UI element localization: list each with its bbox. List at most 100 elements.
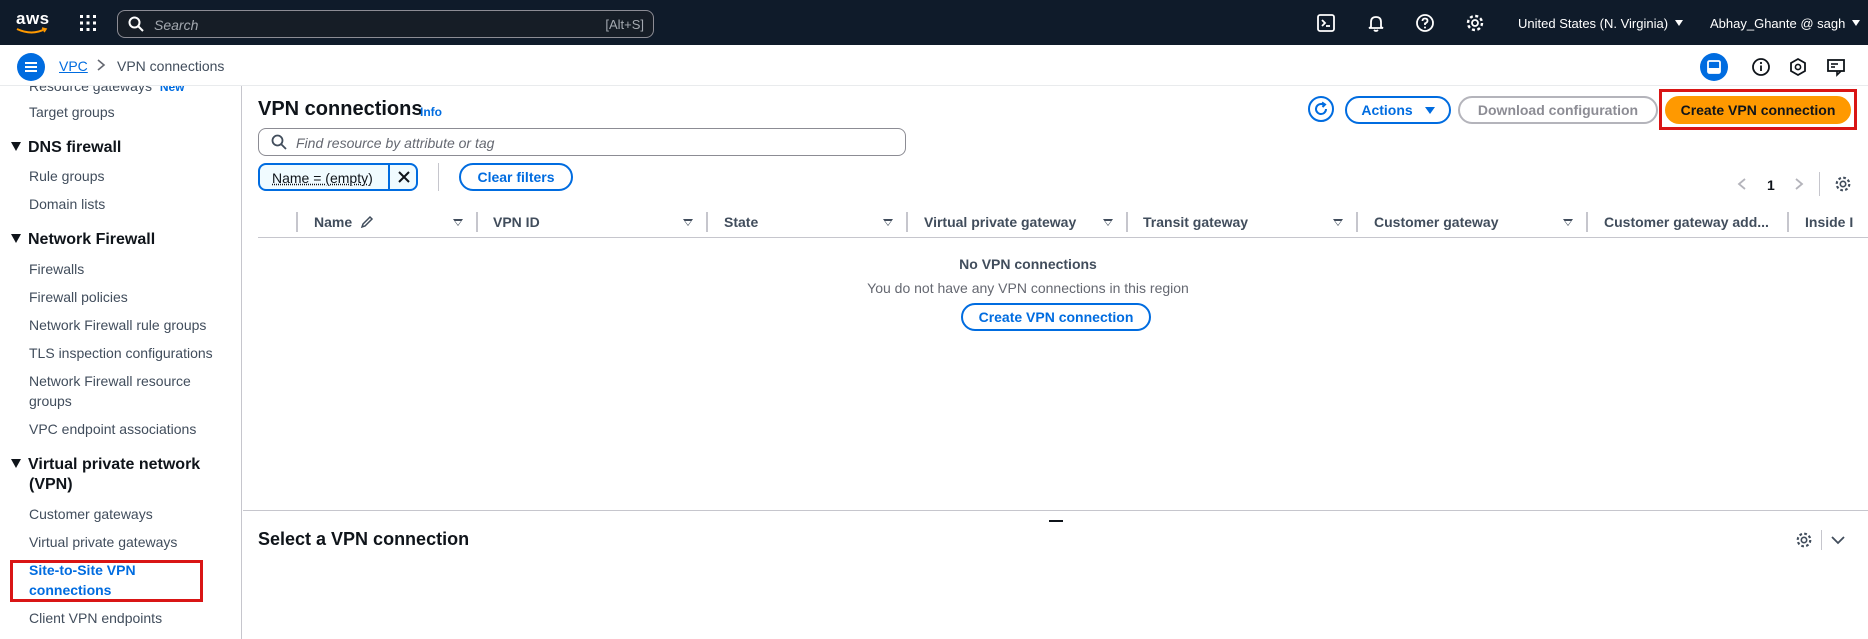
- breadcrumb-bar: VPC VPN connections: [0, 45, 1868, 86]
- sort-icon[interactable]: [1563, 219, 1573, 226]
- sort-icon[interactable]: [883, 219, 893, 226]
- column-header-state[interactable]: State: [724, 214, 758, 230]
- column-separator: [1787, 212, 1789, 232]
- caret-down-icon: [1852, 20, 1861, 26]
- sidebar-item-tls-inspection[interactable]: TLS inspection configurations: [29, 345, 213, 361]
- search-icon: [128, 16, 144, 32]
- refresh-button[interactable]: [1308, 96, 1334, 122]
- section-heading: Network Firewall: [28, 231, 156, 248]
- panel-icon: [1707, 60, 1721, 74]
- search-icon: [271, 134, 287, 150]
- chevron-left-icon[interactable]: [1736, 177, 1748, 191]
- page-number[interactable]: 1: [1767, 177, 1775, 193]
- sidebar-section-vpn[interactable]: Virtual private network: [11, 456, 200, 474]
- sort-icon[interactable]: [1103, 219, 1113, 226]
- refresh-icon: [1315, 101, 1328, 115]
- sidebar-item-rule-groups[interactable]: Rule groups: [29, 168, 105, 184]
- chevron-right-icon[interactable]: [1793, 177, 1805, 191]
- column-header-label: Name: [314, 214, 353, 230]
- account-label: Abhay_Ghante @ sagh: [1710, 16, 1846, 31]
- caret-down-icon: [11, 142, 21, 151]
- divider: [438, 163, 439, 191]
- column-header-virtual-private-gateway[interactable]: Virtual private gateway: [924, 214, 1076, 230]
- highlight-box: [10, 560, 203, 602]
- filter-input[interactable]: Find resource by attribute or tag: [258, 128, 906, 156]
- sort-icon[interactable]: [1333, 219, 1343, 226]
- empty-create-vpn-connection-button[interactable]: Create VPN connection: [961, 303, 1151, 331]
- sidebar-section-vpn-line2: (VPN): [29, 476, 73, 493]
- sidebar-item-target-groups[interactable]: Target groups: [29, 104, 115, 120]
- section-heading: Virtual private network: [28, 456, 201, 473]
- chevron-right-icon: [97, 59, 106, 71]
- search-placeholder: Search: [154, 17, 199, 33]
- aws-logo-text: aws: [16, 9, 50, 28]
- gear-icon[interactable]: [1465, 13, 1485, 33]
- sidebar-item-network-firewall-rule-groups[interactable]: Network Firewall rule groups: [29, 317, 206, 333]
- filter-token[interactable]: Name = (empty): [258, 163, 418, 191]
- menu-icon: [25, 62, 37, 64]
- sidebar-item-network-firewall-resource-groups[interactable]: Network Firewall resource: [29, 373, 191, 389]
- cloudshell-icon[interactable]: [1316, 13, 1336, 33]
- split-panel-resize-handle[interactable]: [1049, 520, 1063, 522]
- filter-token-label: Name = (empty): [272, 170, 373, 186]
- split-panel-title: Select a VPN connection: [258, 529, 470, 549]
- account-menu[interactable]: Abhay_Ghante @ sagh: [1710, 16, 1861, 31]
- gear-icon[interactable]: [1795, 531, 1813, 549]
- caret-down-icon: [1675, 20, 1684, 26]
- help-icon[interactable]: [1415, 13, 1435, 33]
- gear-icon[interactable]: [1834, 175, 1852, 193]
- close-icon[interactable]: [396, 169, 412, 185]
- info-link[interactable]: Info: [420, 105, 442, 119]
- region-selector[interactable]: United States (N. Virginia): [1518, 16, 1684, 31]
- chevron-down-icon[interactable]: [1830, 532, 1846, 548]
- aws-smile-icon: [16, 27, 48, 34]
- column-header-customer-gateway-address[interactable]: Customer gateway add...: [1604, 214, 1769, 230]
- column-header-customer-gateway[interactable]: Customer gateway: [1374, 214, 1498, 230]
- panel-toggle-button[interactable]: [1700, 53, 1728, 81]
- column-header-name[interactable]: Name: [314, 214, 374, 230]
- empty-state-title: No VPN connections: [959, 256, 1097, 272]
- pencil-icon: [360, 215, 374, 229]
- column-header-inside-ip[interactable]: Inside I: [1805, 214, 1868, 230]
- column-separator: [1356, 212, 1358, 232]
- hexagon-icon[interactable]: [1786, 55, 1810, 79]
- info-icon[interactable]: [1749, 55, 1773, 79]
- breadcrumb-vpc-link[interactable]: VPC: [59, 58, 88, 74]
- sort-icon[interactable]: [453, 219, 463, 226]
- sidebar-item-firewall-policies[interactable]: Firewall policies: [29, 289, 128, 305]
- sidebar-item-customer-gateways[interactable]: Customer gateways: [29, 506, 153, 522]
- aws-logo[interactable]: aws: [16, 9, 50, 35]
- column-separator: [296, 212, 298, 232]
- download-configuration-button[interactable]: Download configuration: [1458, 96, 1658, 124]
- bell-icon[interactable]: [1366, 13, 1386, 33]
- global-search-input[interactable]: Search [Alt+S]: [117, 10, 654, 38]
- token-divider: [388, 165, 390, 189]
- column-header-vpn-id[interactable]: VPN ID: [493, 214, 540, 230]
- highlight-box: [1659, 89, 1857, 130]
- clear-filters-button[interactable]: Clear filters: [459, 163, 573, 191]
- search-shortcut: [Alt+S]: [605, 17, 644, 32]
- column-separator: [1126, 212, 1128, 232]
- sidebar-item-domain-lists[interactable]: Domain lists: [29, 196, 105, 212]
- sidebar-item-virtual-private-gateways[interactable]: Virtual private gateways: [29, 534, 177, 550]
- sidebar-item-firewalls[interactable]: Firewalls: [29, 261, 84, 277]
- sort-icon[interactable]: [683, 219, 693, 226]
- apps-grid-icon[interactable]: [79, 14, 97, 32]
- column-separator: [706, 212, 708, 232]
- actions-label: Actions: [1361, 102, 1413, 118]
- side-navigation-toggle[interactable]: [17, 53, 45, 81]
- region-label: United States (N. Virginia): [1518, 16, 1669, 31]
- sidebar-section-dns-firewall[interactable]: DNS firewall: [11, 139, 121, 157]
- side-navigation: Resource gateways New Target groups DNS …: [0, 86, 242, 639]
- sidebar-item-vpc-endpoint-associations[interactable]: VPC endpoint associations: [29, 421, 196, 437]
- sidebar-item-resource-gateways[interactable]: Resource gateways New: [29, 86, 185, 94]
- page-title: VPN connections: [258, 98, 423, 120]
- feedback-icon[interactable]: [1824, 55, 1848, 79]
- sidebar-section-network-firewall[interactable]: Network Firewall: [11, 231, 155, 249]
- top-navigation-bar: aws Search [Alt+S] United States (N. Vir…: [0, 0, 1868, 45]
- actions-button[interactable]: Actions: [1345, 96, 1451, 124]
- sidebar-item-network-firewall-resource-groups-line2[interactable]: groups: [29, 393, 72, 409]
- sidebar-item-client-vpn-endpoints[interactable]: Client VPN endpoints: [29, 610, 162, 626]
- column-header-transit-gateway[interactable]: Transit gateway: [1143, 214, 1248, 230]
- column-separator: [906, 212, 908, 232]
